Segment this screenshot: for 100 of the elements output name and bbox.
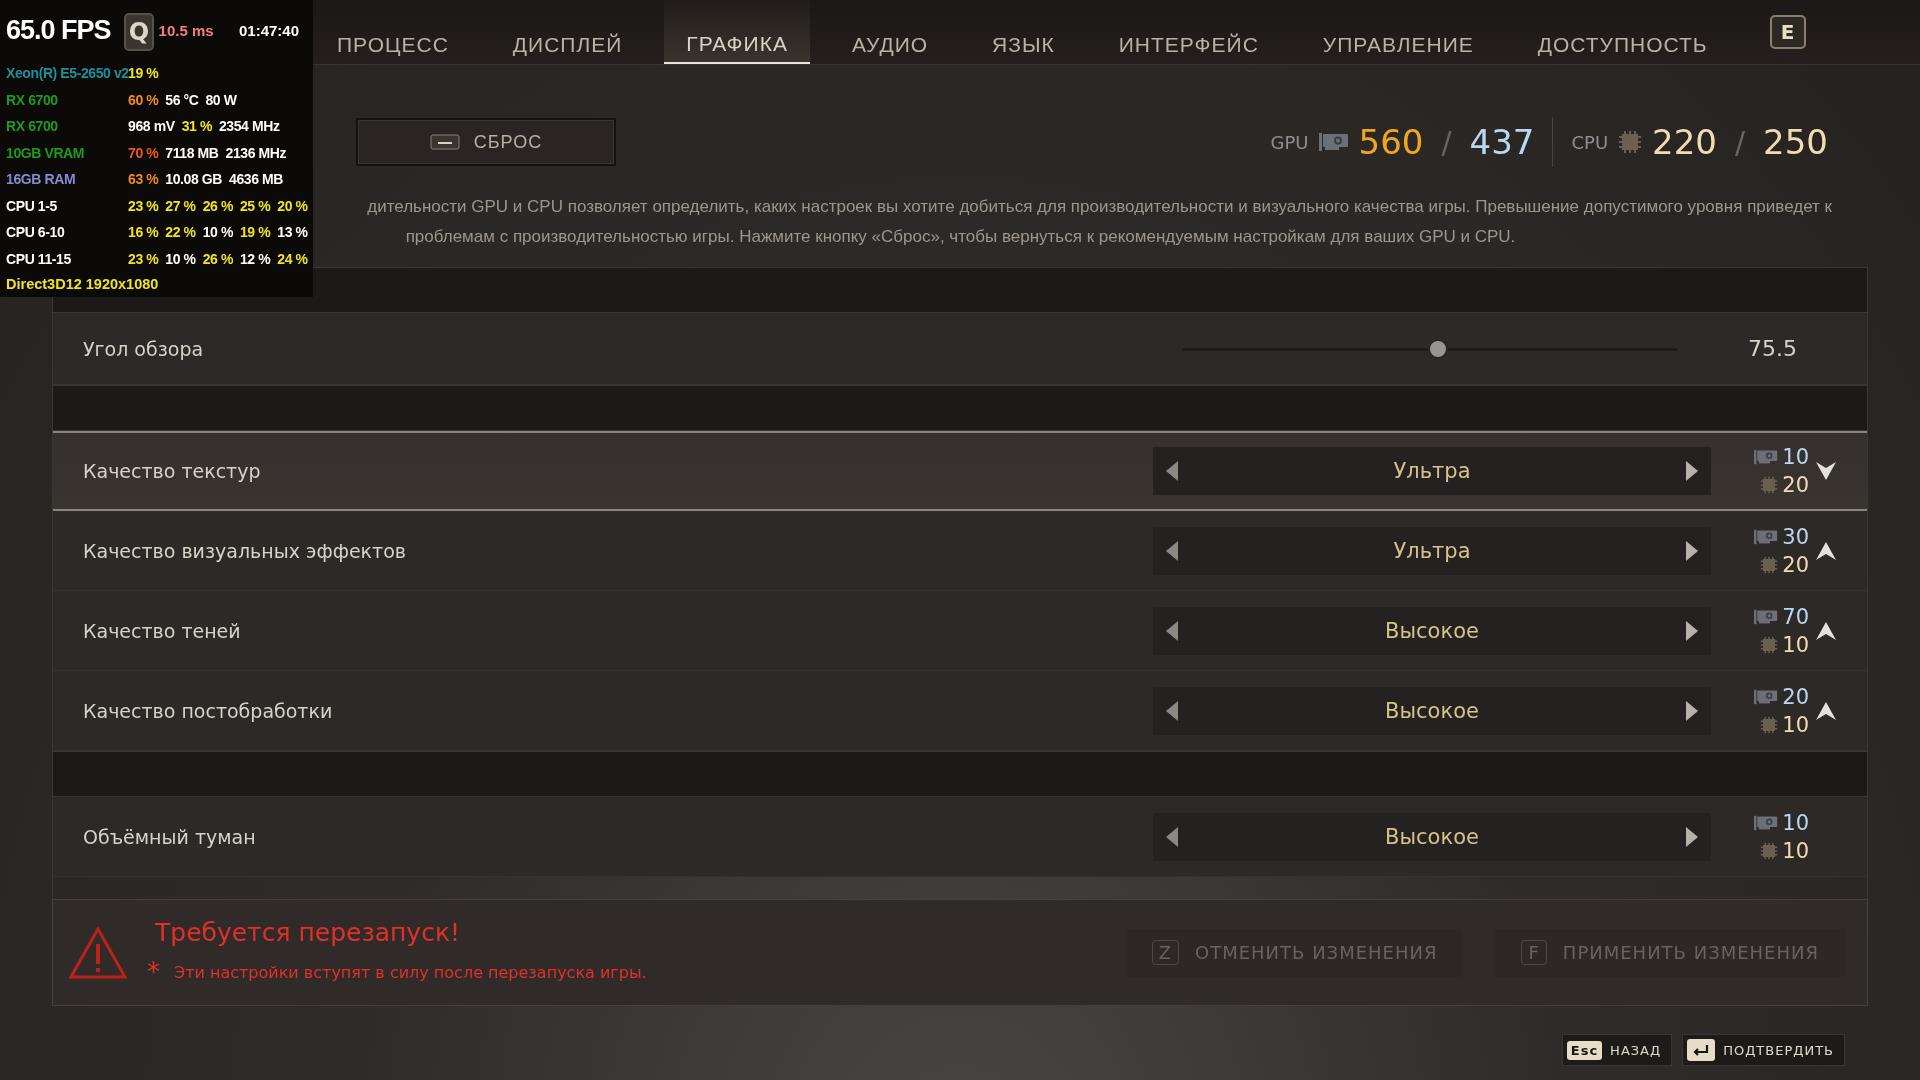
cpu-budget-used: 220 xyxy=(1652,122,1717,162)
monitor-label: CPU 1-5 xyxy=(6,197,58,214)
previous-arrow-button[interactable] xyxy=(1165,825,1179,848)
reset-button[interactable]: СБРОС xyxy=(356,118,616,166)
option-value: Высокое xyxy=(1385,618,1479,643)
option-value: Высокое xyxy=(1385,824,1479,849)
monitor-value: 63 % xyxy=(128,171,159,188)
setting-label: Качество постобработки xyxy=(83,699,334,722)
next-arrow-button[interactable] xyxy=(1685,825,1699,848)
back-button[interactable]: Esc НАЗАД xyxy=(1561,1034,1673,1066)
setting-row[interactable]: Качество текстур Ультра 10 20 xyxy=(53,431,1867,511)
monitor-value: 16 % xyxy=(128,224,159,241)
monitor-value: 56 °C xyxy=(165,91,199,108)
cpu-label: CPU xyxy=(1571,131,1609,153)
chip-icon xyxy=(1760,715,1779,734)
chip-icon xyxy=(1618,130,1643,154)
monitor-value: 23 % xyxy=(128,197,159,214)
tab[interactable]: АУДИО xyxy=(829,0,951,64)
slider-thumb[interactable] xyxy=(1427,338,1448,359)
monitor-value: 4636 MB xyxy=(229,171,284,188)
monitor-value: 12 % xyxy=(239,250,271,267)
setting-row[interactable]: Объёмный туман Высокое 10 10 xyxy=(53,797,1867,877)
key-icon xyxy=(429,134,460,150)
monitor-value: 24 % xyxy=(277,250,308,267)
gpu-cost: 70 xyxy=(1782,604,1809,629)
frame-time: 10.5 ms xyxy=(158,21,214,39)
description-text: проблемам с производительностью игры. Нажмите кнопку «Сброс», чтобы вернуться к рекомендуемым настройкам для ваших GPU и CPU. xyxy=(405,226,1516,248)
setting-label: Качество теней xyxy=(83,619,242,642)
monitor-value: 80 W xyxy=(205,91,237,108)
setting-row[interactable]: Качество постобработки Высокое 20 10 xyxy=(53,671,1867,751)
gpu-budget-limit: 437 xyxy=(1469,122,1535,162)
previous-arrow-button[interactable] xyxy=(1165,699,1179,722)
chip-icon xyxy=(1760,476,1779,494)
setting-label: Качество визуальных эффектов xyxy=(83,539,407,562)
monitor-value: 26 % xyxy=(202,250,233,267)
option-selector[interactable]: Ультра xyxy=(1153,526,1711,575)
cpu-cost: 10 xyxy=(1782,838,1809,863)
next-arrow-button[interactable] xyxy=(1685,619,1699,642)
option-selector[interactable]: Высокое xyxy=(1153,606,1711,655)
enter-key-icon xyxy=(1687,1039,1716,1061)
confirm-button[interactable]: ПОДТВЕРДИТЬ xyxy=(1682,1034,1845,1066)
monitor-label: RX 6700 xyxy=(6,118,59,135)
fps-counter: 65.0 FPS xyxy=(6,14,111,46)
chip-icon xyxy=(1760,635,1779,654)
monitor-value: 60 % xyxy=(128,91,159,108)
tab[interactable]: УПРАВЛЕНИЕ xyxy=(1300,0,1496,64)
setting-row[interactable]: Угол обзора 75.5 xyxy=(53,313,1867,385)
monitor-value: 27 % xyxy=(165,197,196,214)
gpu-cost: 10 xyxy=(1782,445,1809,469)
gpu-cost: 10 xyxy=(1782,810,1809,835)
tab[interactable]: ПРОЦЕСС xyxy=(315,0,471,64)
render-api-text: Direct3D12 1920x1080 xyxy=(6,276,160,292)
tab[interactable]: ДОСТУПНОСТЬ xyxy=(1515,0,1730,64)
next-arrow-button[interactable] xyxy=(1685,699,1699,722)
graphics-card-icon xyxy=(1754,527,1779,546)
monitor-value: 10 % xyxy=(202,224,233,241)
previous-arrow-button[interactable] xyxy=(1165,460,1179,482)
monitor-value: 31 % xyxy=(181,118,212,135)
setting-label: Качество текстур xyxy=(83,460,262,482)
gpu-cost: 30 xyxy=(1782,524,1809,549)
tab[interactable]: ИНТЕРФЕЙС xyxy=(1096,0,1281,64)
monitor-value: 22 % xyxy=(165,224,196,241)
monitor-value: 20 % xyxy=(277,197,308,214)
previous-arrow-button[interactable] xyxy=(1165,619,1179,642)
graphics-card-icon xyxy=(1754,687,1779,706)
option-selector[interactable]: Высокое xyxy=(1153,686,1711,735)
restart-warning-title: Требуется перезапуск! xyxy=(155,918,461,947)
warning-icon xyxy=(69,926,127,979)
chip-icon xyxy=(1760,841,1779,860)
tab[interactable]: ГРАФИКА xyxy=(664,0,810,64)
clock-text: 01:47:40 xyxy=(238,21,299,39)
slash: / xyxy=(1735,124,1746,160)
z-key-hint: Z xyxy=(1151,940,1179,965)
monitor-value: 13 % xyxy=(277,224,308,241)
tab[interactable]: ДИСПЛЕЙ xyxy=(490,0,645,64)
setting-row[interactable]: Качество визуальных эффектов Ультра 30 20 xyxy=(53,511,1867,591)
gpu-label: GPU xyxy=(1270,131,1309,153)
monitor-label: CPU 11-15 xyxy=(6,250,72,267)
monitor-value: 10 % xyxy=(165,250,196,267)
setting-row[interactable]: Качество теней Высокое 70 10 xyxy=(53,591,1867,671)
option-selector[interactable]: Ультра xyxy=(1153,447,1711,495)
previous-arrow-button[interactable] xyxy=(1165,539,1179,562)
monitor-label: 10GB VRAM xyxy=(6,144,86,161)
option-value: Ультра xyxy=(1393,538,1471,563)
graphics-card-icon xyxy=(1754,813,1779,832)
monitor-label: Xeon(R) E5-2650 v2 xyxy=(6,65,128,82)
monitor-value: 23 % xyxy=(128,250,159,267)
option-selector[interactable]: Высокое xyxy=(1153,812,1711,861)
graphics-card-icon xyxy=(1318,131,1349,153)
cpu-budget-limit: 250 xyxy=(1763,122,1828,162)
gpu-budget-used: 560 xyxy=(1358,122,1424,162)
next-arrow-button[interactable] xyxy=(1685,460,1699,482)
monitor-label: RX 6700 xyxy=(6,91,59,108)
monitor-value: 2136 MHz xyxy=(225,144,287,161)
graphics-card-icon xyxy=(1754,448,1779,466)
monitor-value: 26 % xyxy=(202,197,233,214)
tab[interactable]: ЯЗЫК xyxy=(970,0,1077,64)
cpu-cost: 10 xyxy=(1782,632,1809,657)
next-arrow-button[interactable] xyxy=(1685,539,1699,562)
monitor-label: CPU 6-10 xyxy=(6,224,66,241)
